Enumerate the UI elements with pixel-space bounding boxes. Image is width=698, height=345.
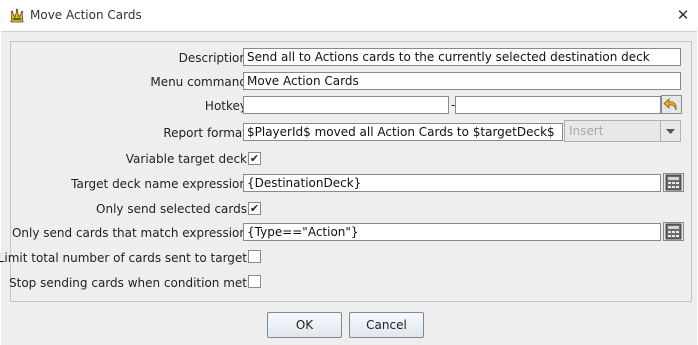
calculator-glyph (665, 174, 682, 191)
only-selected-checkbox[interactable]: ✔ (248, 202, 261, 215)
hotkey-secondary-field[interactable] (455, 96, 661, 114)
hotkey-field[interactable] (243, 96, 449, 114)
insert-dropdown-label: Insert (569, 124, 604, 138)
stop-when-label: Stop sending cards when condition met (9, 276, 247, 290)
chevron-down-glyph (666, 129, 675, 134)
jester-logo-icon (10, 8, 24, 23)
variable-target-deck-checkbox[interactable]: ✔ (248, 152, 261, 165)
undo-arrow-icon[interactable] (661, 95, 682, 114)
window-title: Move Action Cards (30, 8, 142, 22)
undo-arrow-glyph (663, 98, 677, 111)
target-deck-expression-label: Target deck name expression (71, 177, 247, 191)
menu-command-field[interactable]: Move Action Cards (243, 72, 681, 90)
hotkey-label: Hotkey (204, 99, 247, 113)
properties-panel: Description Send all to Actions cards to… (0, 41, 692, 302)
only-selected-label: Only send selected cards (96, 202, 247, 216)
calculator-glyph (665, 223, 682, 240)
close-icon[interactable]: ✕ (674, 6, 692, 24)
description-field[interactable]: Send all to Actions cards to the current… (243, 48, 681, 66)
stop-when-checkbox[interactable] (248, 275, 261, 288)
variable-target-deck-label: Variable target deck (125, 152, 247, 166)
ok-button[interactable]: OK (267, 312, 342, 338)
target-deck-expression-field[interactable]: {DestinationDeck} (243, 174, 661, 192)
limit-total-label: Limit total number of cards sent to targ… (0, 251, 247, 265)
calculator-icon[interactable] (663, 222, 684, 241)
match-expression-label: Only send cards that match expression (11, 226, 247, 240)
report-format-label: Report format (163, 126, 247, 140)
title-bar: Move Action Cards ✕ (0, 0, 698, 31)
menu-command-label: Menu command (150, 75, 247, 89)
chevron-down-icon[interactable] (660, 121, 680, 141)
insert-dropdown[interactable]: Insert (564, 120, 681, 142)
calculator-icon[interactable] (663, 173, 684, 192)
cancel-button[interactable]: Cancel (349, 312, 424, 338)
dialog-content: Description Send all to Actions cards to… (0, 31, 697, 345)
description-label: Description (178, 51, 247, 65)
report-format-field[interactable]: $PlayerId$ moved all Action Cards to $ta… (243, 123, 563, 141)
limit-total-checkbox[interactable] (248, 250, 261, 263)
match-expression-field[interactable]: {Type=="Action"} (243, 223, 661, 241)
